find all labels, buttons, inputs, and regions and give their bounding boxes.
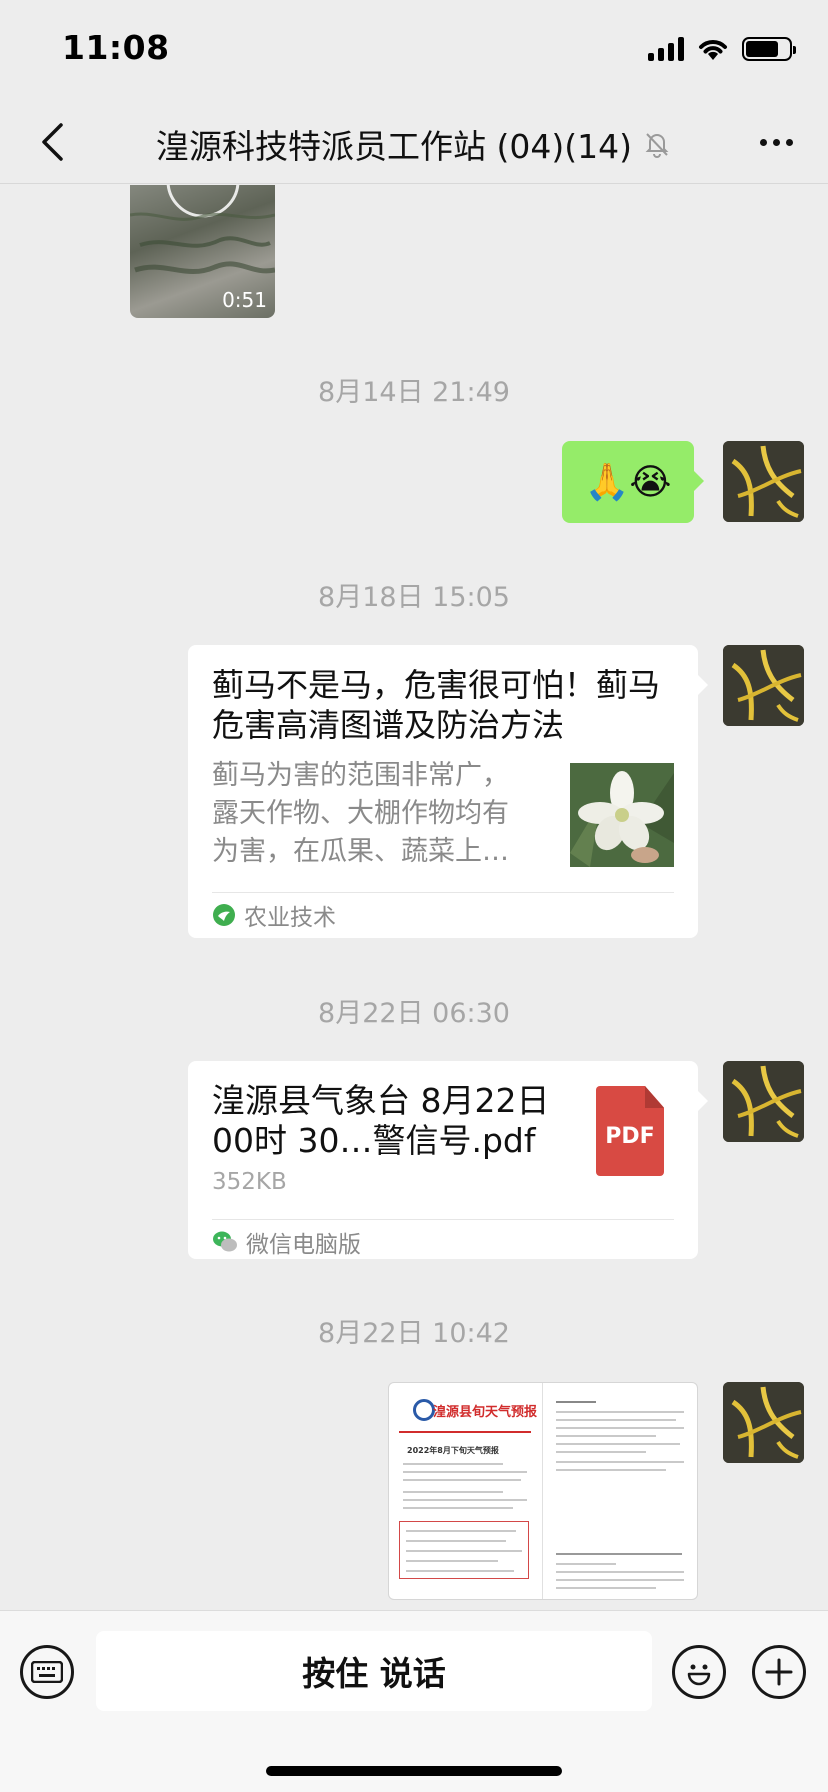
card-divider xyxy=(212,892,674,893)
avatar-image xyxy=(723,645,804,726)
doc-highlight-box xyxy=(399,1521,529,1579)
avatar[interactable] xyxy=(723,645,804,726)
wechat-icon xyxy=(213,1231,237,1252)
article-source: 农业技术 xyxy=(212,898,336,932)
emoji-button[interactable] xyxy=(672,1645,726,1699)
more-icon xyxy=(759,138,767,146)
avatar-image xyxy=(723,1061,804,1142)
chat-title: 湟源科技特派员工作站 (04)(14) xyxy=(156,127,632,166)
chat-area[interactable]: 0:51 8月14日 21:49 🙏😭 8月18日 15:05 蓟马不是马，危害… xyxy=(0,185,828,1610)
image-message[interactable]: 湟源县旬天气预报 2022年8月下旬天气预报 xyxy=(388,1382,698,1600)
keyboard-button[interactable] xyxy=(20,1645,74,1699)
nav-bar: 湟源科技特派员工作站 (04)(14) xyxy=(0,100,828,184)
plus-button[interactable] xyxy=(752,1645,806,1699)
timestamp: 8月14日 21:49 xyxy=(318,377,510,408)
wifi-icon xyxy=(699,40,727,60)
video-message[interactable]: 0:51 xyxy=(130,185,275,318)
avatar-image xyxy=(723,441,804,522)
article-title: 蓟马不是马，危害很可怕！蓟马危害高清图谱及防治方法 xyxy=(212,666,661,744)
article-source-name: 农业技术 xyxy=(244,905,336,931)
keyboard-icon xyxy=(31,1661,63,1683)
timestamp: 8月22日 06:30 xyxy=(318,998,510,1029)
timestamp: 8月18日 15:05 xyxy=(318,582,510,613)
article-card[interactable]: 蓟马不是马，危害很可怕！蓟马危害高清图谱及防治方法 蓟马为害的范围非常广，露天作… xyxy=(188,645,708,938)
battery-icon xyxy=(742,37,796,61)
home-indicator[interactable] xyxy=(266,1766,562,1776)
avatar[interactable] xyxy=(723,1382,804,1463)
file-name: 湟源县气象台 8月22日00时 30…警信号.pdf xyxy=(212,1081,550,1160)
file-source: 微信电脑版 xyxy=(212,1225,361,1259)
hold-to-talk-button[interactable]: 按住 说话 xyxy=(96,1631,652,1711)
avatar-image xyxy=(723,1382,804,1463)
status-bar: 11:08 xyxy=(0,0,828,100)
file-size: 352KB xyxy=(212,1169,287,1195)
file-card[interactable]: 湟源县气象台 8月22日00时 30…警信号.pdf 352KB PDF 微信电… xyxy=(188,1061,708,1259)
plus-icon xyxy=(765,1658,793,1686)
status-time: 11:08 xyxy=(62,28,170,67)
agri-tech-icon xyxy=(213,904,235,926)
article-thumbnail xyxy=(570,763,674,867)
doc-subtitle: 2022年8月下旬天气预报 xyxy=(407,1446,499,1455)
signal-icon xyxy=(648,37,684,61)
emoji-message-bubble[interactable]: 🙏😭 xyxy=(562,441,704,523)
doc-right-page xyxy=(542,1383,697,1599)
card-divider xyxy=(212,1219,674,1220)
doc-left-page: 湟源县旬天气预报 2022年8月下旬天气预报 xyxy=(389,1383,543,1599)
emoji-icon xyxy=(687,1664,711,1686)
video-duration: 0:51 xyxy=(222,288,267,312)
weather-bureau-logo xyxy=(413,1399,435,1421)
avatar[interactable] xyxy=(723,441,804,522)
avatar[interactable] xyxy=(723,1061,804,1142)
emoji-message-text: 🙏😭 xyxy=(584,462,672,503)
chat-title-container: 湟源科技特派员工作站 (04)(14) xyxy=(0,120,828,168)
input-bar: 按住 说话 xyxy=(0,1610,828,1792)
status-icons xyxy=(648,36,796,62)
mute-bell-icon xyxy=(645,133,669,158)
more-button[interactable] xyxy=(752,122,800,162)
file-source-name: 微信电脑版 xyxy=(246,1232,361,1258)
timestamp: 8月22日 10:42 xyxy=(318,1318,510,1349)
doc-title: 湟源县旬天气预报 xyxy=(433,1405,538,1420)
article-description: 蓟马为害的范围非常广，露天作物、大棚作物均有为害，在瓜果、蔬菜上… xyxy=(212,760,509,867)
